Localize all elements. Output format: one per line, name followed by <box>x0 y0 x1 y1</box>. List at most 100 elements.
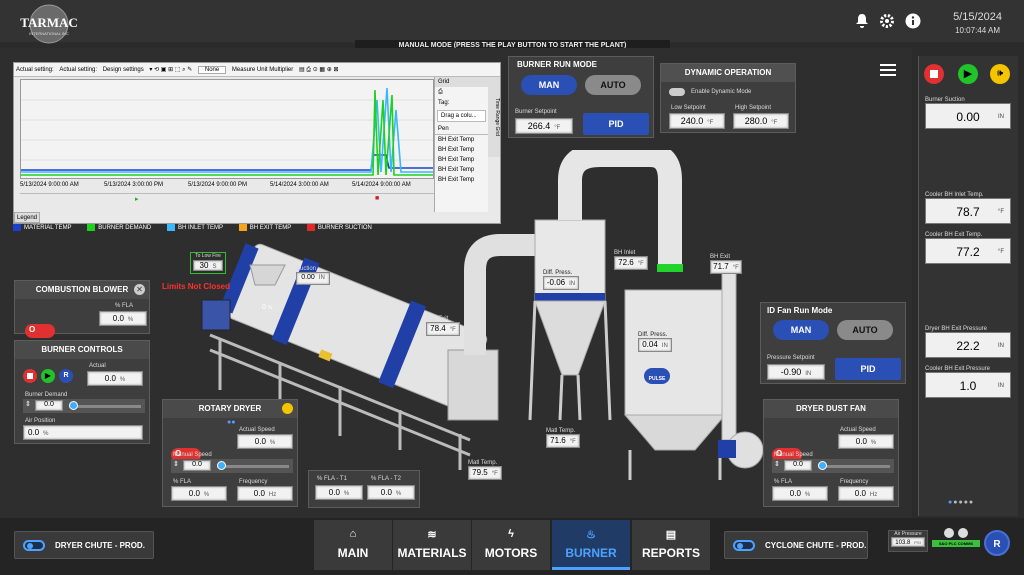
fla-t1-readout: 0.0% <box>315 485 363 500</box>
dryer-percent: 0 % <box>262 304 273 311</box>
dryer-exit-readout: Dry. Exit 78.4 °F <box>426 316 460 336</box>
burner-run-title: BURNER RUN MODE <box>517 60 597 69</box>
cooler-bh-exit-pressure-tile: Cooler BH Exit Pressure 1.0 IN <box>925 366 1011 398</box>
matl-temp-1-readout: Matl Temp. 71.6 °F <box>546 428 580 448</box>
cyclone-chute-label: CYCLONE CHUTE - PROD. <box>765 541 867 550</box>
dryer-bh-exit-pressure-tile: Dryer BH Exit Pressure 22.2 IN <box>925 326 1011 358</box>
x-tick-1: 5/13/2024 9:00:00 AM <box>20 182 79 188</box>
toolbar-measure-unit[interactable]: Measure Unit Multiplier <box>232 67 293 73</box>
grid-drag[interactable]: Drag a colu... <box>437 110 486 122</box>
legend-tab[interactable]: Legend <box>14 212 40 223</box>
comm-led-icon <box>944 528 954 538</box>
reset-button[interactable]: R <box>59 369 73 383</box>
grid-row[interactable]: BH Exit Temp <box>435 165 488 175</box>
manual-speed-control[interactable]: ⇕ 0.0 <box>171 459 293 473</box>
combustion-blower-toggle[interactable] <box>25 324 55 338</box>
limits-warning: Limits Not Closed <box>162 282 231 291</box>
burner-auto-button[interactable]: AUTO <box>585 75 641 95</box>
grid-col-pen[interactable]: Pen <box>435 124 488 135</box>
fla-label: % FLA <box>115 303 134 309</box>
tab-motors[interactable]: ϟ MOTORS <box>472 520 550 570</box>
burner-controls-panel: BURNER CONTROLS ▶ R Actual 0.0% Burner D… <box>14 340 150 444</box>
legend-item: MATERIAL TEMP <box>13 224 72 231</box>
cyclone-diff-readout: Diff. Press. -0.06 IN <box>543 270 579 290</box>
fla-label: % FLA <box>173 479 192 485</box>
plant-play-button[interactable]: ▶ <box>958 64 978 84</box>
grid-row[interactable]: BH Exit Temp <box>435 135 488 145</box>
burner-pid-button[interactable]: PID <box>583 113 649 135</box>
actual-speed-label: Actual Speed <box>840 427 876 433</box>
combustion-blower-panel: COMBUSTION BLOWER ✕ % FLA 0.0% <box>14 280 150 338</box>
bell-icon[interactable] <box>854 13 872 31</box>
actual-speed-readout: 0.0% <box>237 434 293 449</box>
stop-button[interactable] <box>23 369 37 383</box>
info-icon[interactable] <box>905 13 923 31</box>
id-fan-man-button[interactable]: MAN <box>773 320 829 340</box>
low-setpoint-input[interactable]: 240.0 °F <box>669 113 725 129</box>
toolbar-none-select[interactable]: None <box>197 66 227 74</box>
burner-demand-slider <box>69 401 78 410</box>
grid-row[interactable]: BH Exit Temp <box>435 145 488 155</box>
dynamic-operation-panel: DYNAMIC OPERATION Enable Dynamic Mode Lo… <box>660 63 796 133</box>
manual-speed-slider <box>217 461 226 470</box>
burner-demand-control[interactable]: ⇕ 0.0 <box>23 399 145 413</box>
rotary-dryer-panel: ROTARY DRYER ●● Actual Speed 0.0% Manual… <box>162 399 298 507</box>
close-icon[interactable]: ✕ <box>134 284 145 295</box>
side-tabs[interactable]: Time Range Grid <box>488 77 500 157</box>
actual-speed-readout: 0.0% <box>838 434 894 449</box>
tab-burner[interactable]: ♨ BURNER <box>552 520 630 570</box>
suction-readout: Suction 0.00 IN <box>296 266 330 285</box>
burner-man-button[interactable]: MAN <box>521 75 577 95</box>
page-indicator-dots[interactable]: ●●●●● <box>948 499 974 506</box>
dryer-chute-toggle <box>23 540 45 551</box>
plant-stop-button[interactable] <box>924 64 944 84</box>
burner-controls-title: BURNER CONTROLS <box>15 341 149 359</box>
tab-main[interactable]: ⌂ MAIN <box>314 520 392 570</box>
id-fan-auto-button[interactable]: AUTO <box>837 320 893 340</box>
fla-readout: 0.0% <box>99 311 147 326</box>
toolbar-icons-2[interactable]: ▤ ⎙ ⊙ ▦ ⊕ ⊠ <box>299 66 339 74</box>
pressure-setpoint-label: Pressure Setpoint <box>767 355 815 361</box>
legend-item: BH EXIT TEMP <box>238 224 291 231</box>
toolbar-design-settings[interactable]: Design settings <box>103 67 144 73</box>
dryer-chute-control[interactable]: DRYER CHUTE - PROD. <box>14 531 154 559</box>
burner-setpoint-input[interactable]: 266.4 °F <box>515 118 573 134</box>
id-fan-title: ID Fan Run Mode <box>767 306 833 315</box>
trend-toolbar[interactable]: Actual setting: Actual setting: Design s… <box>14 63 500 77</box>
reset-button[interactable]: R <box>984 530 1010 556</box>
dryer-chute-label: DRYER CHUTE - PROD. <box>55 541 145 550</box>
burner-demand-label: Burner Demand <box>25 392 68 398</box>
x-tick-5: 5/14/2024 9:00:00 AM <box>352 182 411 188</box>
air-position-readout: 0.0% <box>23 425 143 440</box>
tab-reports[interactable]: ▤ REPORTS <box>632 520 710 570</box>
fla-t1-label: % FLA - T1 <box>317 476 347 482</box>
cyclone-chute-control[interactable]: CYCLONE CHUTE - PROD. <box>724 531 868 559</box>
id-fan-pid-button[interactable]: PID <box>835 358 901 380</box>
trend-chart[interactable]: Actual setting: Actual setting: Design s… <box>13 62 501 224</box>
print-icon[interactable]: ⎙ <box>435 87 488 98</box>
grid-panel[interactable]: Grid ⎙ Tag: Drag a colu... Pen BH Exit T… <box>434 77 488 212</box>
grid-row[interactable]: BH Exit Temp <box>435 175 488 185</box>
comm-led-icon <box>958 528 968 538</box>
pulse-button[interactable]: PULSE <box>644 368 670 384</box>
tab-materials[interactable]: ≋ MATERIALS <box>393 520 471 570</box>
cooler-bh-inlet-tile: Cooler BH Inlet Temp. 78.7 °F <box>925 192 1011 224</box>
grid-row[interactable]: BH Exit Temp <box>435 155 488 165</box>
frequency-label: Frequency <box>239 479 268 485</box>
frequency-label: Frequency <box>840 479 869 485</box>
menu-icon[interactable] <box>880 64 896 76</box>
play-button[interactable]: ▶ <box>41 369 55 383</box>
manual-speed-control[interactable]: ⇕ 0.0 <box>772 459 894 473</box>
trend-scrollbar[interactable]: ▸ ■ <box>20 193 434 205</box>
legend-item: BURNER DEMAND <box>87 224 151 231</box>
gear-icon[interactable] <box>879 13 897 31</box>
air-position-label: Air Position <box>25 418 56 424</box>
horn-icon[interactable]: 🕪 <box>990 64 1010 84</box>
toolbar-icons[interactable]: ▾ ⟲ ▣ ⊞ ⬚ ⌕ ✎ <box>149 66 192 74</box>
actual-readout: 0.0% <box>87 371 143 386</box>
enable-dynamic-toggle[interactable] <box>669 88 685 96</box>
x-tick-2: 5/13/2024 3:00:00 PM <box>104 182 164 188</box>
high-setpoint-input[interactable]: 280.0 °F <box>733 113 789 129</box>
trend-plot[interactable] <box>20 79 434 179</box>
pressure-setpoint-input[interactable]: -0.90 IN <box>767 364 825 380</box>
